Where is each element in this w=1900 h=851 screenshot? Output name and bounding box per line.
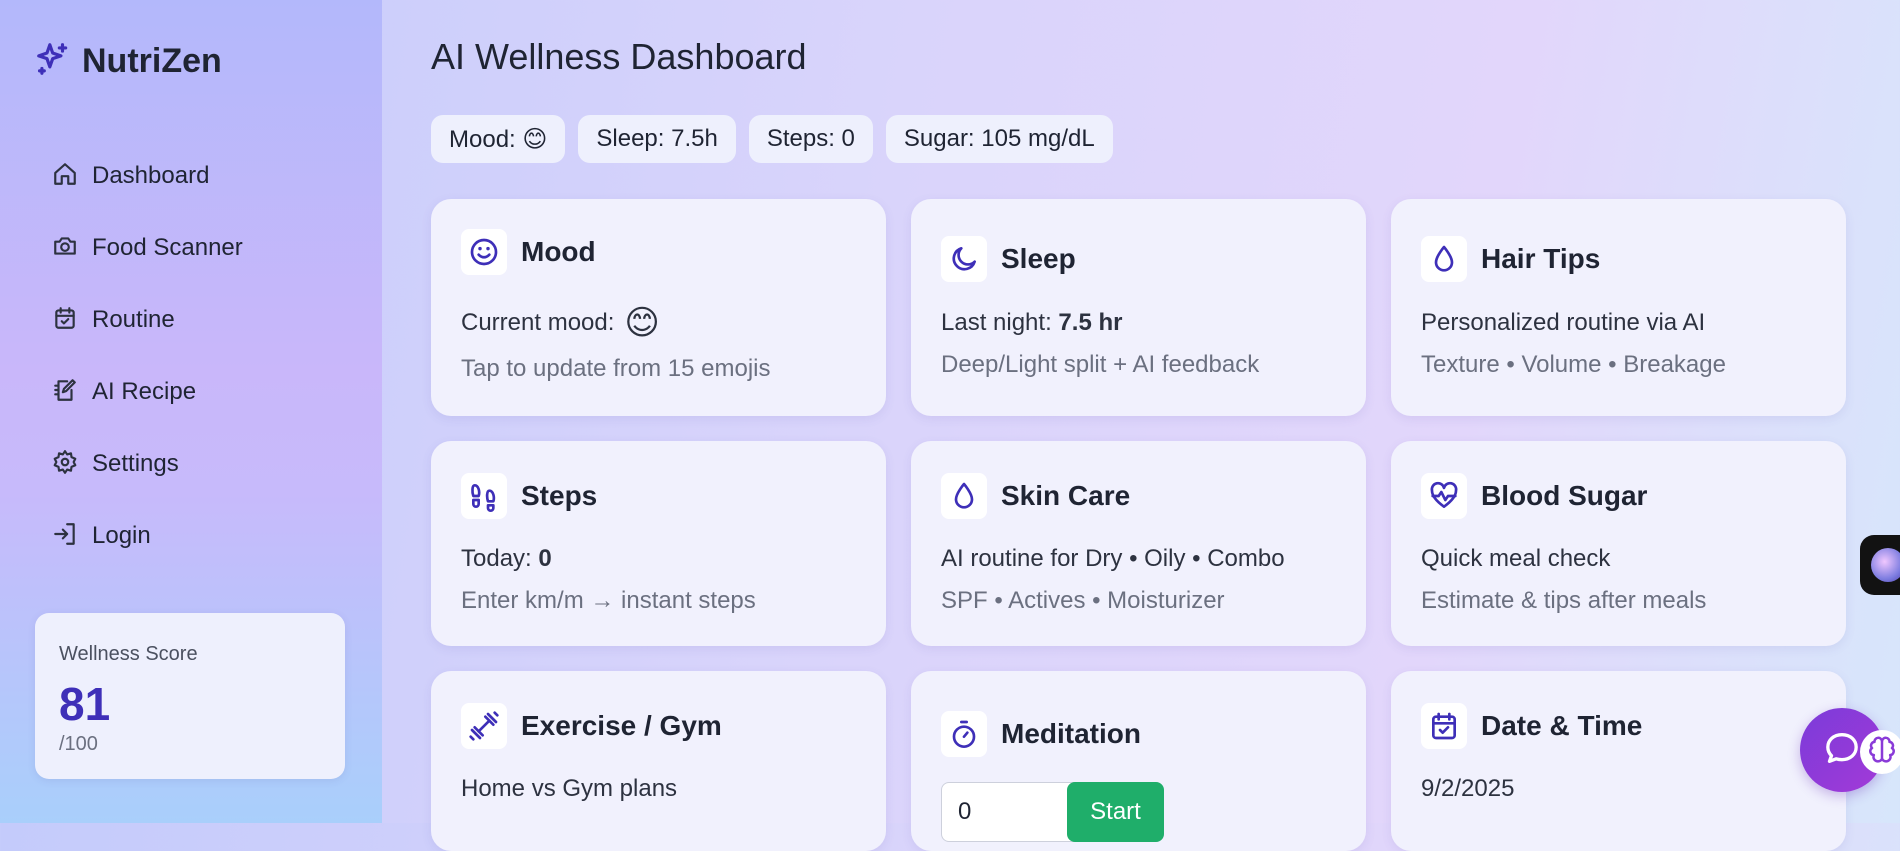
skin-line2: SPF • Actives • Moisturizer <box>941 587 1225 614</box>
mood-emoji[interactable]: 😊 <box>624 303 659 343</box>
droplet-icon <box>1421 236 1467 282</box>
sidebar: NutriZen Dashboard Food Scanner Routine … <box>0 0 382 823</box>
brain-button[interactable] <box>1860 730 1900 774</box>
sidebar-item-label: Routine <box>92 306 175 333</box>
sugar-line2: Estimate & tips after meals <box>1421 587 1707 614</box>
chip-sugar[interactable]: Sugar: 105 mg/dL <box>885 115 1113 163</box>
skin-line1: AI routine for Dry • Oily • Combo <box>941 545 1285 572</box>
card-header: Date & Time <box>1421 703 1642 749</box>
sidebar-item-label: Settings <box>92 450 179 477</box>
footprints-icon <box>461 473 507 519</box>
meditation-card[interactable]: Meditation Start <box>911 671 1366 851</box>
page-title: AI Wellness Dashboard <box>431 36 807 77</box>
card-header: Blood Sugar <box>1421 473 1647 519</box>
assistant-avatar-icon <box>1871 548 1900 582</box>
wellness-score-label: Wellness Score <box>59 643 198 665</box>
card-title: Steps <box>521 480 598 511</box>
smile-icon <box>461 229 507 275</box>
sidebar-item-food-scanner[interactable]: Food Scanner <box>52 212 243 284</box>
exercise-line1: Home vs Gym plans <box>461 775 678 802</box>
steps-hint: Enter km/m → instant steps <box>461 587 756 614</box>
exercise-card[interactable]: Exercise / Gym Home vs Gym plans <box>431 671 886 851</box>
sidebar-item-label: Login <box>92 522 151 549</box>
sleep-hint: Deep/Light split + AI feedback <box>941 351 1260 378</box>
sugar-line1: Quick meal check <box>1421 545 1611 572</box>
steps-label: Today: <box>461 545 532 572</box>
moon-icon <box>941 236 987 282</box>
card-title: Exercise / Gym <box>521 710 722 741</box>
chip-sleep[interactable]: Sleep: 7.5h <box>578 115 736 163</box>
card-title: Skin Care <box>1001 480 1131 511</box>
brand[interactable]: NutriZen <box>34 40 222 83</box>
brain-icon <box>1867 735 1897 770</box>
sidebar-nav: Dashboard Food Scanner Routine AI Recipe… <box>52 140 243 572</box>
card-title: Blood Sugar <box>1481 480 1648 511</box>
sidebar-item-dashboard[interactable]: Dashboard <box>52 140 243 212</box>
sidebar-item-routine[interactable]: Routine <box>52 284 243 356</box>
card-header: Hair Tips <box>1421 236 1600 282</box>
card-title: Meditation <box>1001 718 1141 749</box>
sidebar-item-ai-recipe[interactable]: AI Recipe <box>52 356 243 428</box>
meditation-minutes-input[interactable] <box>941 782 1083 842</box>
card-header: Sleep <box>941 236 1076 282</box>
card-header: Exercise / Gym <box>461 703 722 749</box>
sidebar-item-label: Dashboard <box>92 162 210 189</box>
card-header: Steps <box>461 473 597 519</box>
notebook-pen-icon <box>52 377 78 408</box>
sidebar-item-label: AI Recipe <box>92 378 197 405</box>
skin-care-card[interactable]: Skin Care AI routine for Dry • Oily • Co… <box>911 441 1366 646</box>
home-icon <box>52 161 78 192</box>
wellness-score-max: /100 <box>59 733 98 755</box>
card-title: Date & Time <box>1481 710 1643 741</box>
sleep-last-night: Last night: 7.5 hr <box>941 309 1122 337</box>
assistant-side-tab[interactable] <box>1860 535 1900 595</box>
card-header: Mood <box>461 229 596 275</box>
sidebar-item-label: Food Scanner <box>92 234 243 261</box>
hair-line2: Texture • Volume • Breakage <box>1421 351 1726 378</box>
current-mood: Current mood: 😊 <box>461 303 660 343</box>
chip-steps[interactable]: Steps: 0 <box>748 115 873 163</box>
chat-bubble-icon <box>1822 728 1862 773</box>
sleep-value: 7.5 hr <box>1058 309 1123 336</box>
card-title: Mood <box>521 236 596 267</box>
gear-icon <box>52 449 78 480</box>
dumbbell-icon <box>461 703 507 749</box>
date-value: 9/2/2025 <box>1421 775 1515 802</box>
steps-value: 0 <box>538 545 552 572</box>
wellness-score-value: 81 <box>59 678 111 730</box>
sparkles-icon <box>34 40 72 83</box>
current-mood-label: Current mood: <box>461 309 615 336</box>
camera-icon <box>52 233 78 264</box>
droplet-icon <box>941 473 987 519</box>
card-title: Hair Tips <box>1481 243 1601 274</box>
card-title: Sleep <box>1001 243 1076 274</box>
mood-card[interactable]: Mood Current mood: 😊 Tap to update from … <box>431 199 886 416</box>
sidebar-item-login[interactable]: Login <box>52 500 243 572</box>
login-icon <box>52 521 78 552</box>
wellness-score-card: Wellness Score 81 /100 <box>35 613 345 779</box>
calendar-check-icon <box>52 305 78 336</box>
blood-sugar-card[interactable]: Blood Sugar Quick meal check Estimate & … <box>1391 441 1846 646</box>
steps-today: Today: 0 <box>461 545 552 573</box>
calendar-icon <box>1421 703 1467 749</box>
timer-icon <box>941 711 987 757</box>
sidebar-item-settings[interactable]: Settings <box>52 428 243 500</box>
card-header: Meditation <box>941 711 1141 757</box>
heart-pulse-icon <box>1421 473 1467 519</box>
sleep-label: Last night: <box>941 309 1052 336</box>
sleep-card[interactable]: Sleep Last night: 7.5 hr Deep/Light spli… <box>911 199 1366 416</box>
mood-hint: Tap to update from 15 emojis <box>461 355 771 382</box>
meditation-start-button[interactable]: Start <box>1067 782 1164 842</box>
chip-mood[interactable]: Mood: 😊 <box>431 115 566 163</box>
date-time-card[interactable]: Date & Time 9/2/2025 <box>1391 671 1846 851</box>
hair-tips-card[interactable]: Hair Tips Personalized routine via AI Te… <box>1391 199 1846 416</box>
steps-card[interactable]: Steps Today: 0 Enter km/m → instant step… <box>431 441 886 646</box>
hair-line1: Personalized routine via AI <box>1421 309 1706 336</box>
card-header: Skin Care <box>941 473 1130 519</box>
summary-chips: Mood: 😊 Sleep: 7.5h Steps: 0 Sugar: 105 … <box>431 115 1113 163</box>
brand-name: NutriZen <box>82 42 222 80</box>
